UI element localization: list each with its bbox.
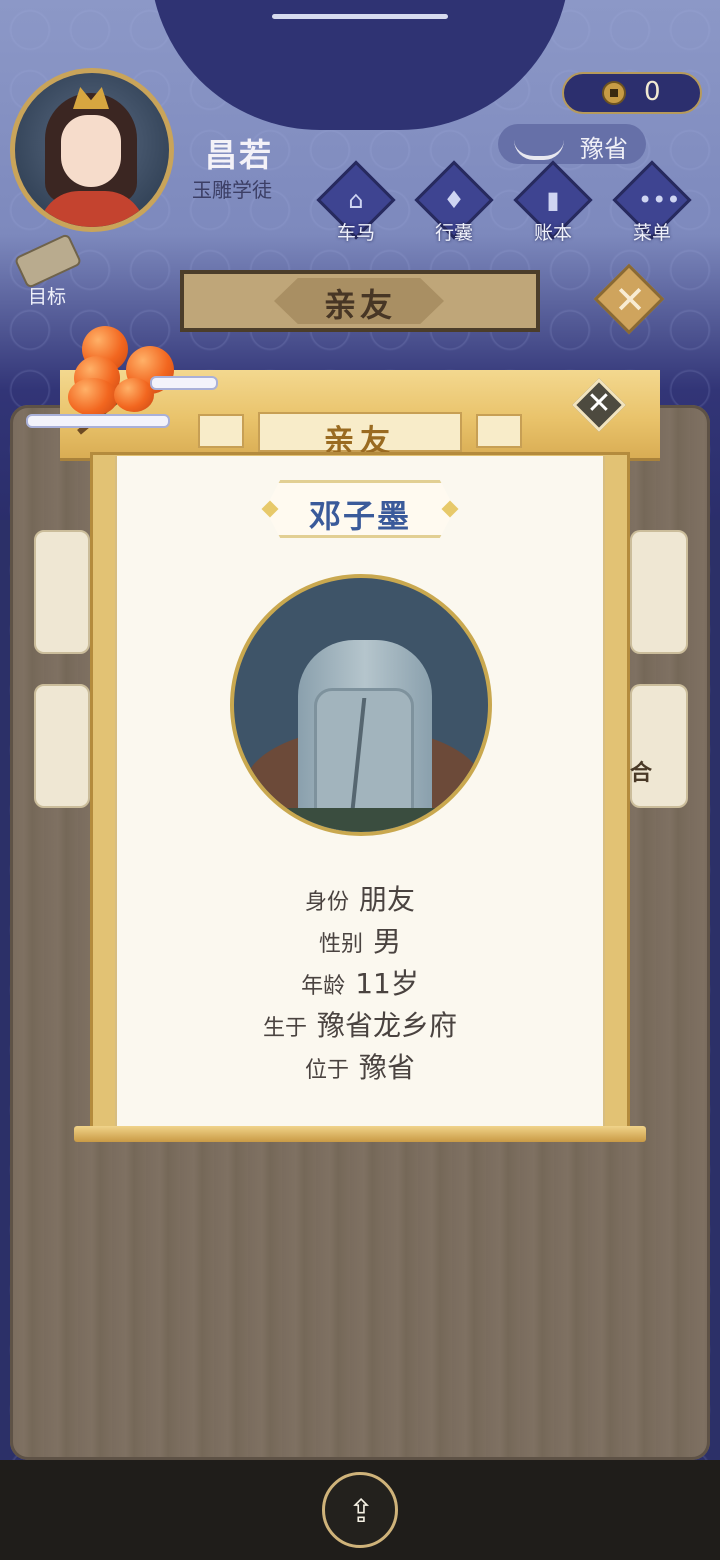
cloud-decoration xyxy=(150,376,218,390)
avatar-face xyxy=(61,115,121,187)
coin-icon xyxy=(602,81,626,105)
info-value: 11岁 xyxy=(355,967,419,1000)
player-title: 玉雕学徒 xyxy=(192,178,272,202)
close-icon: ✕ xyxy=(614,278,646,322)
carriage-label: 车马 xyxy=(336,222,375,244)
home-indicator xyxy=(272,14,448,19)
goal-button[interactable]: 目标 xyxy=(10,232,90,310)
menu-label: 菜单 xyxy=(632,222,671,244)
carriage-icon: ⌂ xyxy=(348,186,364,214)
info-key: 身份 xyxy=(304,890,349,915)
player-avatar[interactable] xyxy=(10,68,174,232)
character-name-plate: 邓子墨 xyxy=(265,480,455,538)
info-key: 性别 xyxy=(318,932,363,957)
info-key: 年龄 xyxy=(301,974,346,999)
fruit-icon xyxy=(68,378,118,416)
cloud-decoration xyxy=(26,414,170,428)
info-key: 生于 xyxy=(262,1016,307,1041)
modal-title-plate: 亲友 xyxy=(258,412,462,459)
player-name: 昌若 xyxy=(205,136,274,174)
info-row-gender: 性别男 xyxy=(115,920,605,960)
ledger-label: 账本 xyxy=(533,222,572,244)
modal-bottom-rod xyxy=(74,1126,646,1142)
goal-label: 目标 xyxy=(28,286,67,308)
list-item-action[interactable] xyxy=(630,684,688,808)
ledger-button[interactable]: ▮ 账本 xyxy=(513,160,593,246)
page-title: 亲友 xyxy=(323,286,396,324)
menu-button[interactable]: ••• 菜单 xyxy=(612,160,692,246)
portrait-grass xyxy=(234,808,488,832)
share-icon: ⇪ xyxy=(347,1492,375,1530)
share-button[interactable]: ⇪ xyxy=(322,1472,398,1548)
location-button[interactable]: 豫省 xyxy=(498,124,646,164)
info-value: 豫省龙乡府 xyxy=(317,1009,458,1042)
map-icon xyxy=(514,134,564,160)
info-row-identity: 身份 朋友 xyxy=(115,878,605,918)
header-ornament xyxy=(476,414,522,448)
header-ornament xyxy=(198,414,244,448)
bag-icon: ♦ xyxy=(443,186,465,214)
fruit-icon xyxy=(114,378,154,412)
list-item[interactable] xyxy=(34,684,90,808)
location-label: 豫省 xyxy=(580,135,628,163)
bag-button[interactable]: ♦ 行囊 xyxy=(414,160,494,246)
page-banner: 亲友 xyxy=(180,270,540,332)
carriage-button[interactable]: ⌂ 车马 xyxy=(316,160,396,246)
list-item-action-label: 合 xyxy=(630,761,653,786)
tombstone-portrait xyxy=(230,574,492,836)
bag-label: 行囊 xyxy=(434,222,473,244)
info-value: 男 xyxy=(373,925,402,958)
info-row-location: 位于 豫省 xyxy=(115,1046,605,1086)
list-item[interactable] xyxy=(34,530,90,654)
close-icon: ✕ xyxy=(586,386,612,421)
info-row-age: 年龄 11岁 xyxy=(115,962,605,1002)
list-item-action[interactable] xyxy=(630,530,688,654)
info-value: 朋友 xyxy=(359,883,416,916)
more-icon: ••• xyxy=(638,186,681,214)
info-key: 位于 xyxy=(304,1058,349,1083)
coin-count: 0 xyxy=(644,77,661,107)
ledger-icon: ▮ xyxy=(546,186,560,214)
info-value: 豫省 xyxy=(359,1051,416,1084)
scroll-icon xyxy=(13,232,83,290)
coin-counter[interactable]: 0 xyxy=(562,72,702,114)
info-row-birthplace: 生于 豫省龙乡府 xyxy=(115,1004,605,1044)
character-name: 邓子墨 xyxy=(308,497,411,535)
